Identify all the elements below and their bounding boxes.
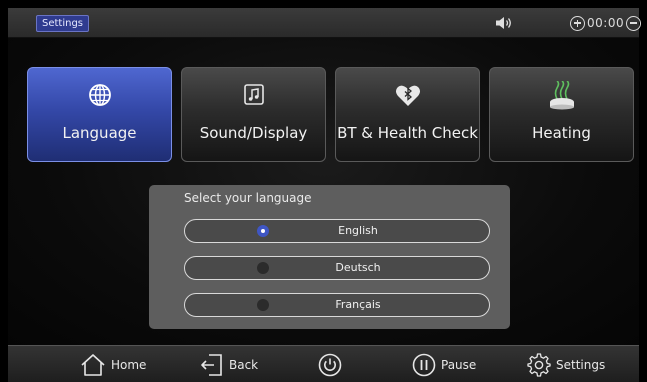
pause-label: Pause bbox=[441, 358, 477, 372]
gear-icon bbox=[527, 353, 551, 377]
tab-sound-display-label: Sound/Display bbox=[199, 124, 308, 142]
plus-circle-icon[interactable] bbox=[570, 15, 585, 31]
language-option-label: English bbox=[338, 224, 378, 237]
heating-icon bbox=[549, 81, 574, 110]
tab-heating-label: Heating bbox=[532, 124, 591, 142]
power-icon bbox=[318, 353, 342, 377]
timer-display: 00:00 bbox=[587, 16, 625, 30]
tab-bt-health-check-label: BT & Health Check bbox=[337, 124, 478, 142]
settings-label: Settings bbox=[556, 358, 606, 372]
top-status-bar: Settings 00:00 bbox=[8, 8, 642, 38]
bottom-nav-bar: Home Back Pause Settings bbox=[8, 345, 639, 382]
settings-tabs: Language Sound/Display BT & Health Check bbox=[27, 67, 634, 162]
language-option-deutsch[interactable]: Deutsch bbox=[184, 256, 490, 280]
back-icon bbox=[201, 354, 222, 376]
globe-icon bbox=[88, 84, 111, 106]
settings-screen: Settings 00:00 Language Sound/Display BT… bbox=[0, 0, 647, 382]
tab-bt-health-check[interactable]: BT & Health Check bbox=[335, 67, 480, 162]
breadcrumb: Settings bbox=[36, 15, 90, 32]
bluetooth-heart-icon bbox=[395, 85, 420, 106]
home-button[interactable]: Home bbox=[80, 353, 146, 377]
language-option-english[interactable]: English bbox=[184, 219, 490, 243]
tab-language-label: Language bbox=[62, 124, 137, 142]
settings-button[interactable]: Settings bbox=[527, 353, 605, 377]
pause-icon bbox=[412, 353, 436, 377]
back-button[interactable]: Back bbox=[200, 353, 258, 377]
language-option-francais[interactable]: Français bbox=[184, 293, 490, 317]
back-label: Back bbox=[229, 358, 259, 372]
dialog-title: Select your language bbox=[184, 191, 312, 205]
language-dialog: Select your language English Deutsch Fra… bbox=[149, 185, 510, 329]
tab-heating[interactable]: Heating bbox=[489, 67, 634, 162]
timer-control: 00:00 bbox=[570, 13, 642, 33]
home-label: Home bbox=[111, 358, 147, 372]
minus-circle-icon[interactable] bbox=[626, 15, 642, 31]
music-note-icon bbox=[243, 84, 264, 105]
main-area: Language Sound/Display BT & Health Check bbox=[8, 38, 639, 345]
speaker-icon[interactable] bbox=[495, 16, 513, 30]
language-option-label: Français bbox=[335, 298, 381, 311]
home-icon bbox=[81, 354, 105, 376]
tab-sound-display[interactable]: Sound/Display bbox=[181, 67, 326, 162]
power-button[interactable] bbox=[318, 353, 342, 377]
pause-button[interactable]: Pause bbox=[412, 353, 476, 377]
tab-language[interactable]: Language bbox=[27, 67, 172, 162]
language-option-label: Deutsch bbox=[335, 261, 381, 274]
